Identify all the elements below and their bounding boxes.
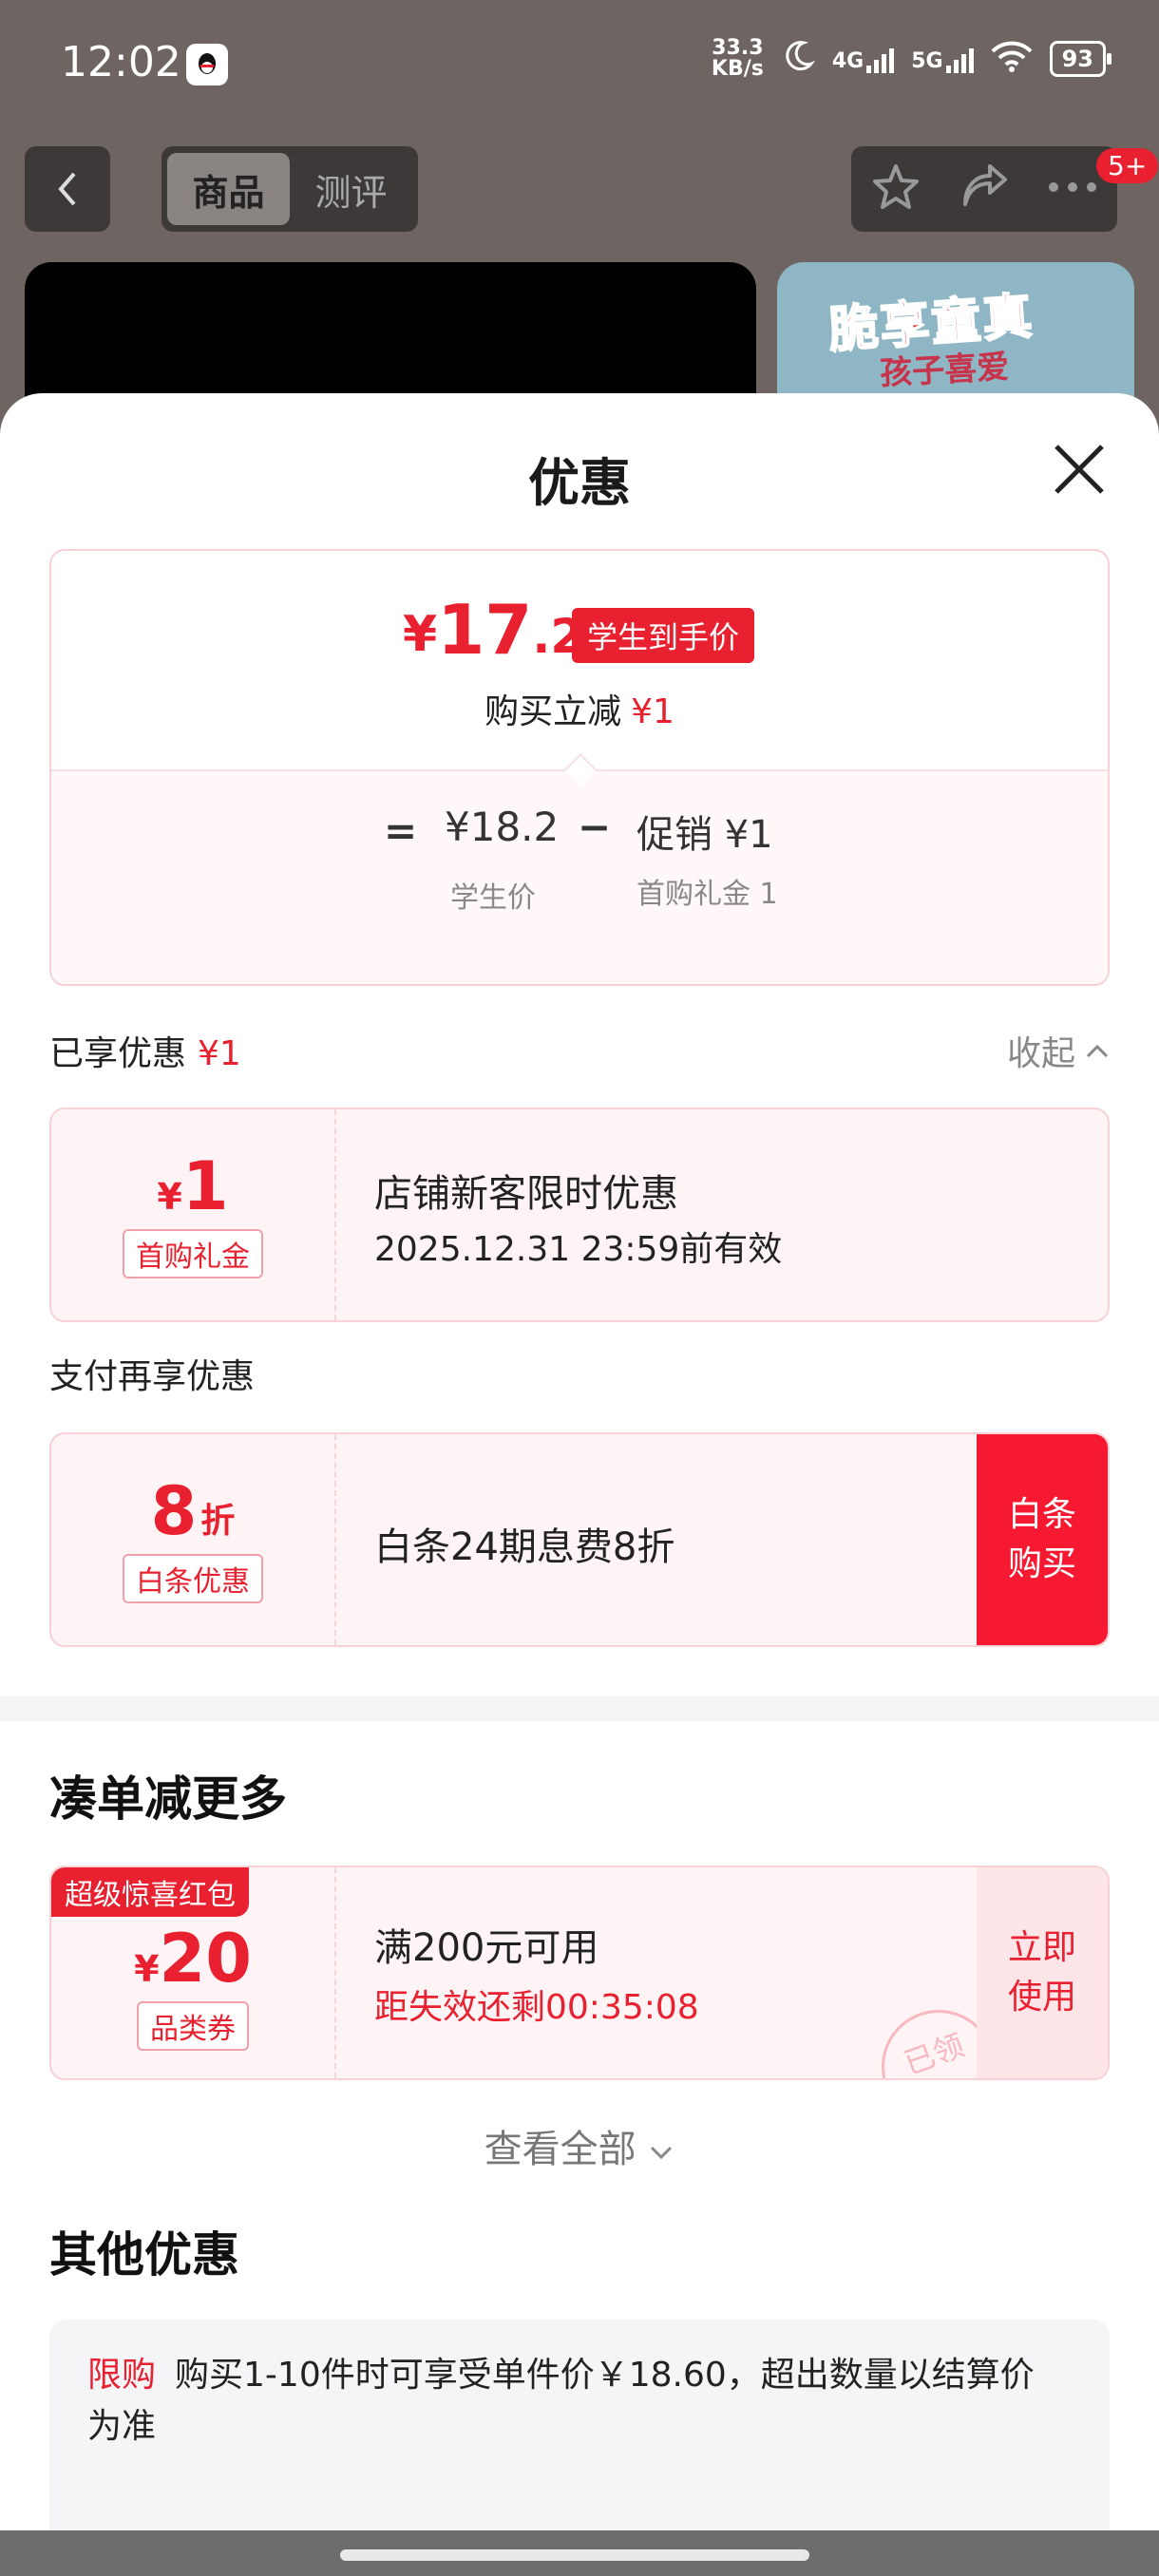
bundle-section-title: 凑单减更多 bbox=[49, 1771, 287, 1827]
qq-notification-icon bbox=[186, 44, 228, 85]
close-button[interactable] bbox=[1051, 441, 1108, 498]
close-icon bbox=[1054, 445, 1104, 494]
view-all-link[interactable]: 查看全部 bbox=[0, 2118, 1159, 2173]
top-actions bbox=[851, 146, 1117, 232]
promo-label: 首购礼金 1 bbox=[636, 878, 778, 911]
moon-icon bbox=[781, 39, 816, 80]
coupon-type-tag: 白条优惠 bbox=[123, 1554, 263, 1603]
product-video-preview[interactable] bbox=[25, 262, 756, 414]
student-price-value: ¥18.2 bbox=[445, 804, 560, 850]
limit-description: 购买1-10件时可享受单件价￥18.60，超出数量以结算价为准 bbox=[87, 2356, 1035, 2446]
favorite-star-icon[interactable] bbox=[869, 161, 922, 218]
share-icon[interactable] bbox=[958, 161, 1011, 218]
coupon-countdown: 距失效还剩00:35:08 bbox=[374, 1988, 699, 2027]
coupon-validity: 2025.12.31 23:59前有效 bbox=[374, 1230, 783, 1269]
more-dots-icon[interactable] bbox=[1046, 178, 1099, 200]
other-discount-title: 其他优惠 bbox=[49, 2227, 239, 2282]
first-purchase-coupon[interactable]: ¥ 1 首购礼金 店铺新客限时优惠 2025.12.31 23:59前有效 bbox=[49, 1108, 1110, 1322]
coupon-type-tag: 首购礼金 bbox=[123, 1229, 263, 1279]
system-nav-bar bbox=[0, 2530, 1159, 2576]
product-top-nav: 商品 测评 bbox=[0, 142, 1159, 237]
home-gesture-handle[interactable] bbox=[340, 2549, 809, 2561]
discount-bottom-sheet: 优惠 ¥ 17 .2 学生到手价 购买立减 ¥1 = ¥18.2 − 促销 ¥1 … bbox=[0, 393, 1159, 2530]
tab-review[interactable]: 测评 bbox=[290, 153, 412, 225]
promo-value: 促销 ¥1 bbox=[636, 813, 773, 857]
signal-5g-icon: 5G bbox=[911, 45, 974, 73]
collapse-toggle[interactable]: 收起 bbox=[1007, 1026, 1110, 1075]
purchase-limit-card: 限购 购买1-10件时可享受单件价￥18.60，超出数量以结算价为准 bbox=[49, 2320, 1110, 2530]
pay-more-label: 支付再享优惠 bbox=[49, 1357, 256, 1396]
student-price-tag: 学生到手价 bbox=[572, 608, 755, 663]
section-divider bbox=[0, 1696, 1159, 1721]
final-price: ¥ 17 .2 bbox=[403, 590, 584, 670]
tab-product[interactable]: 商品 bbox=[167, 153, 290, 225]
coupon-title: 店铺新客限时优惠 bbox=[374, 1172, 678, 1216]
network-speed: 33.3 KB/s bbox=[711, 36, 764, 81]
coupon-title: 满200元可用 bbox=[374, 1926, 599, 1970]
product-image-thumb[interactable]: 脆享童真 孩子喜爱 bbox=[777, 262, 1134, 414]
page-segment-tabs: 商品 测评 bbox=[162, 146, 418, 232]
student-price-label: 学生价 bbox=[450, 881, 536, 915]
status-time: 12:02 bbox=[61, 38, 181, 86]
price-breakdown-area bbox=[51, 769, 1108, 984]
category-coupon[interactable]: ¥ 20 品类券 超级惊喜红包 满200元可用 距失效还剩00:35:08 已领… bbox=[49, 1866, 1110, 2080]
signal-4g-icon: 4G bbox=[832, 45, 895, 73]
enjoyed-discount-label: 已享优惠 ¥1 bbox=[49, 1034, 241, 1073]
super-surprise-badge: 超级惊喜红包 bbox=[51, 1867, 249, 1917]
back-button[interactable] bbox=[25, 146, 110, 232]
battery-indicator: 93 bbox=[1049, 41, 1112, 77]
price-summary-card: ¥ 17 .2 学生到手价 购买立减 ¥1 = ¥18.2 − 促销 ¥1 学生价… bbox=[49, 549, 1110, 986]
chevron-up-icon bbox=[1086, 1044, 1109, 1058]
coupon-type-tag: 品类券 bbox=[137, 2001, 249, 2051]
coupon-title: 白条24期息费8折 bbox=[374, 1525, 675, 1569]
chevron-left-icon bbox=[58, 172, 76, 206]
use-now-button[interactable]: 立即 使用 bbox=[977, 1867, 1108, 2078]
message-count-badge: 5+ bbox=[1096, 148, 1159, 183]
chevron-down-icon bbox=[651, 2146, 673, 2160]
limit-tag: 限购 bbox=[87, 2356, 157, 2395]
wifi-icon bbox=[991, 40, 1033, 79]
instant-discount-line: 购买立减 ¥1 bbox=[484, 692, 674, 731]
status-indicators: 33.3 KB/s 4G 5G 93 bbox=[711, 36, 1112, 81]
baitiao-buy-button[interactable]: 白条 购买 bbox=[977, 1434, 1108, 1645]
status-bar: 12:02 33.3 KB/s 4G 5G 93 bbox=[0, 0, 1159, 133]
baitiao-coupon[interactable]: 8 折 白条优惠 白条24期息费8折 白条 购买 bbox=[49, 1432, 1110, 1647]
sheet-title: 优惠 bbox=[528, 453, 631, 513]
